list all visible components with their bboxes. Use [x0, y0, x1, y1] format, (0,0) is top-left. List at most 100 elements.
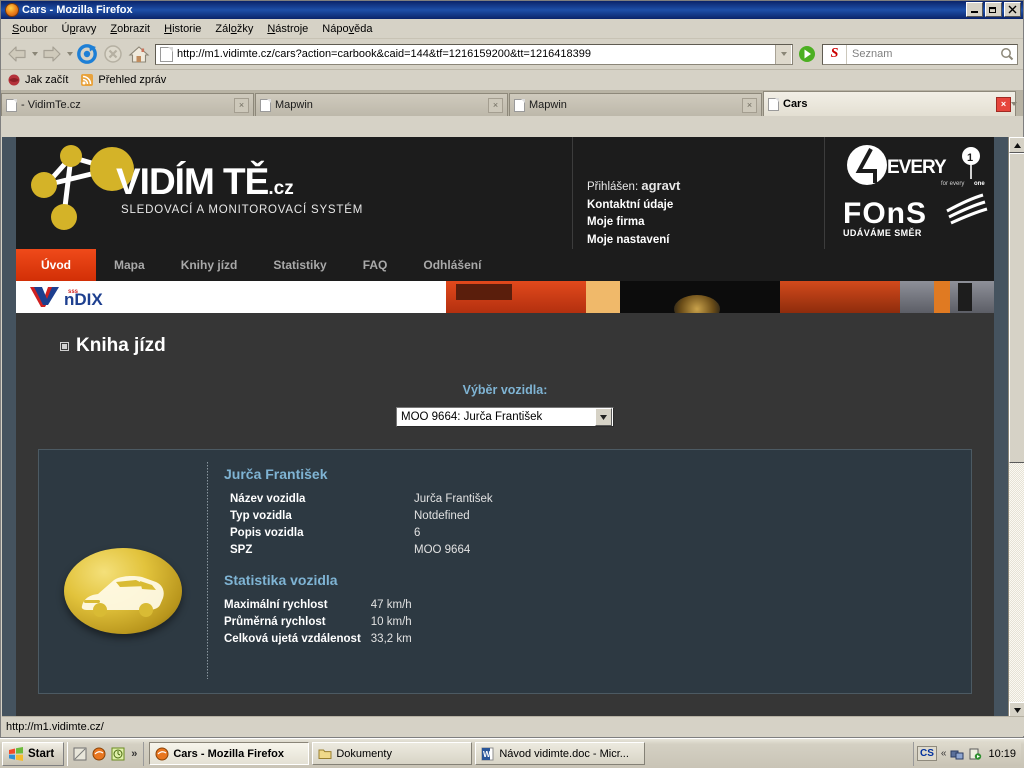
url-bar[interactable]: http://m1.vidimte.cz/cars?action=carbook…: [155, 43, 793, 65]
quicklaunch-overflow-icon[interactable]: »: [129, 748, 139, 760]
tab-label: Mapwin: [529, 99, 567, 111]
back-arrow-icon[interactable]: [4, 41, 30, 67]
stop-icon[interactable]: [100, 41, 126, 67]
page-title-text: Kniha jízd: [76, 335, 166, 356]
magnifier-icon[interactable]: [997, 47, 1017, 61]
home-icon[interactable]: [126, 41, 152, 67]
nav-item-faq[interactable]: FAQ: [345, 249, 406, 281]
go-icon[interactable]: [796, 43, 818, 65]
scroll-up-button[interactable]: [1009, 137, 1024, 153]
tab-mapwin-1[interactable]: Mapwin ×: [255, 93, 508, 116]
minimize-button[interactable]: [966, 2, 983, 17]
reload-icon[interactable]: [74, 41, 100, 67]
nav-item-knihy-jizd[interactable]: Knihy jízd: [163, 249, 256, 281]
tab-list-dropdown-icon[interactable]: [1007, 96, 1021, 112]
menu-soubor-text: oubor: [19, 22, 48, 35]
forward-arrow-icon[interactable]: [39, 41, 65, 67]
tab-mapwin-2[interactable]: Mapwin ×: [509, 93, 762, 116]
clock[interactable]: 10:19: [986, 748, 1016, 760]
logo-suffix: .cz: [268, 178, 294, 199]
url-text[interactable]: http://m1.vidimte.cz/cars?action=carbook…: [177, 48, 775, 60]
menu-napoveda[interactable]: Nápověda: [315, 21, 379, 37]
menu-nastroje[interactable]: Nástroje: [260, 21, 315, 37]
show-desktop-icon[interactable]: [72, 746, 88, 762]
row-key: Maximální rychlost: [224, 598, 328, 611]
table-row: Popis vozidla 6: [224, 524, 493, 541]
menu-upravy[interactable]: Úpravy: [54, 21, 103, 37]
user-link-moje-nastaveni[interactable]: Moje nastavení: [587, 232, 824, 250]
nav-item-uvod[interactable]: Úvod: [16, 249, 96, 281]
tray-expand-icon[interactable]: «: [941, 748, 947, 759]
row-key: Popis vozidla: [230, 526, 304, 539]
bookmark-prehled-zprav[interactable]: Přehled zpráv: [80, 73, 166, 87]
row-key: Název vozidla: [230, 492, 306, 505]
firefox-icon: [155, 747, 169, 761]
bookmark-globe-icon: [8, 74, 20, 86]
menu-zalozky[interactable]: Záložky: [208, 21, 260, 37]
svg-text:EVERY: EVERY: [887, 157, 947, 178]
start-label: Start: [28, 747, 55, 760]
user-area: Přihlášen: agravt Kontaktní údaje Moje f…: [572, 137, 824, 249]
back-dropdown-icon[interactable]: [30, 42, 39, 66]
table-row: Průměrná rychlost 10 km/h: [224, 613, 412, 630]
page-title: Kniha jízd: [60, 335, 994, 357]
tab-close-icon[interactable]: ×: [488, 97, 503, 113]
site-logo-text: VIDÍM TĚ.cz: [116, 161, 294, 203]
tab-label: Cars: [783, 98, 808, 110]
menu-zobrazit[interactable]: Zobrazit: [103, 21, 157, 37]
search-engine-icon[interactable]: S: [823, 44, 847, 64]
bookmark-jak-zacit[interactable]: Jak začít: [7, 73, 68, 87]
row-key: Celková ujetá vzdálenost: [224, 632, 361, 645]
firefox-quicklaunch-icon[interactable]: [91, 746, 107, 762]
taskbar-item-firefox[interactable]: Cars - Mozilla Firefox: [149, 742, 310, 765]
page-icon: [768, 97, 779, 111]
start-button[interactable]: Start: [2, 741, 65, 766]
taskbar: Start » Cars - Mozilla Firefox Dokumenty: [0, 738, 1024, 768]
vehicle-select-value: MOO 9664: Jurča František: [401, 411, 543, 423]
username: agravt: [641, 178, 681, 193]
taskbar-item-dokumenty[interactable]: Dokumenty: [312, 742, 473, 765]
tab-cars[interactable]: Cars ×: [763, 91, 1016, 116]
close-button[interactable]: [1004, 2, 1021, 17]
menu-historie[interactable]: Historie: [157, 21, 208, 37]
word-icon: W: [481, 747, 495, 761]
user-link-kontaktni-udaje[interactable]: Kontaktní údaje: [587, 197, 824, 215]
restore-button[interactable]: [985, 2, 1002, 17]
vehicle-stats-section: Statistika vozidla Maximální rychlost 47…: [224, 572, 971, 647]
row-value: 10 km/h: [370, 615, 412, 628]
vehicle-detail-card: Jurča František Název vozidla Jurča Fran…: [38, 449, 972, 694]
tab-label: Mapwin: [275, 99, 313, 111]
tab-close-icon[interactable]: ×: [742, 97, 757, 113]
page-scrollbar[interactable]: [1008, 137, 1024, 718]
system-tray: CS « 10:19: [913, 741, 1021, 766]
nav-item-statistiky[interactable]: Statistiky: [255, 249, 344, 281]
nav-item-mapa[interactable]: Mapa: [96, 249, 163, 281]
menu-soubor[interactable]: SSouboroubor: [5, 21, 54, 37]
scrollbar-thumb[interactable]: [1009, 153, 1024, 463]
bookmark-label: Jak začít: [25, 74, 69, 86]
search-input[interactable]: Seznam: [847, 48, 997, 60]
forward-dropdown-icon[interactable]: [65, 42, 74, 66]
volume-icon[interactable]: [968, 747, 982, 761]
table-row: SPZ MOO 9664: [224, 541, 493, 558]
status-bar: http://m1.vidimte.cz/: [2, 716, 1024, 736]
car-badge-icon: [39, 450, 207, 693]
language-indicator[interactable]: CS: [917, 746, 937, 761]
search-box[interactable]: S Seznam: [822, 43, 1018, 65]
clock-quicklaunch-icon[interactable]: [110, 746, 126, 762]
row-key: Průměrná rychlost: [224, 615, 326, 628]
4every-logo-icon: EVERY 1 for every one: [847, 145, 985, 187]
site-navigation: Úvod Mapa Knihy jízd Statistiky FAQ Odhl…: [16, 249, 994, 281]
nav-item-odhlaseni[interactable]: Odhlášení: [405, 249, 499, 281]
tab-close-icon[interactable]: ×: [234, 97, 249, 113]
taskbar-item-word[interactable]: W Návod vidimte.doc - Micr...: [475, 742, 646, 765]
taskbar-items: Cars - Mozilla Firefox Dokumenty W Návod…: [144, 742, 913, 765]
url-dropdown-icon[interactable]: [775, 44, 791, 64]
vehicle-select[interactable]: MOO 9664: Jurča František: [396, 407, 614, 427]
user-link-moje-firma[interactable]: Moje firma: [587, 214, 824, 232]
logo-area[interactable]: VIDÍM TĚ.cz SLEDOVACÍ A MONITOROVACÍ SYS…: [16, 137, 572, 249]
chevron-down-icon[interactable]: [595, 408, 612, 426]
tab-vidimte[interactable]: - VidimTe.cz ×: [1, 93, 254, 116]
site-header: VIDÍM TĚ.cz SLEDOVACÍ A MONITOROVACÍ SYS…: [16, 137, 994, 249]
network-icon[interactable]: [950, 747, 964, 761]
